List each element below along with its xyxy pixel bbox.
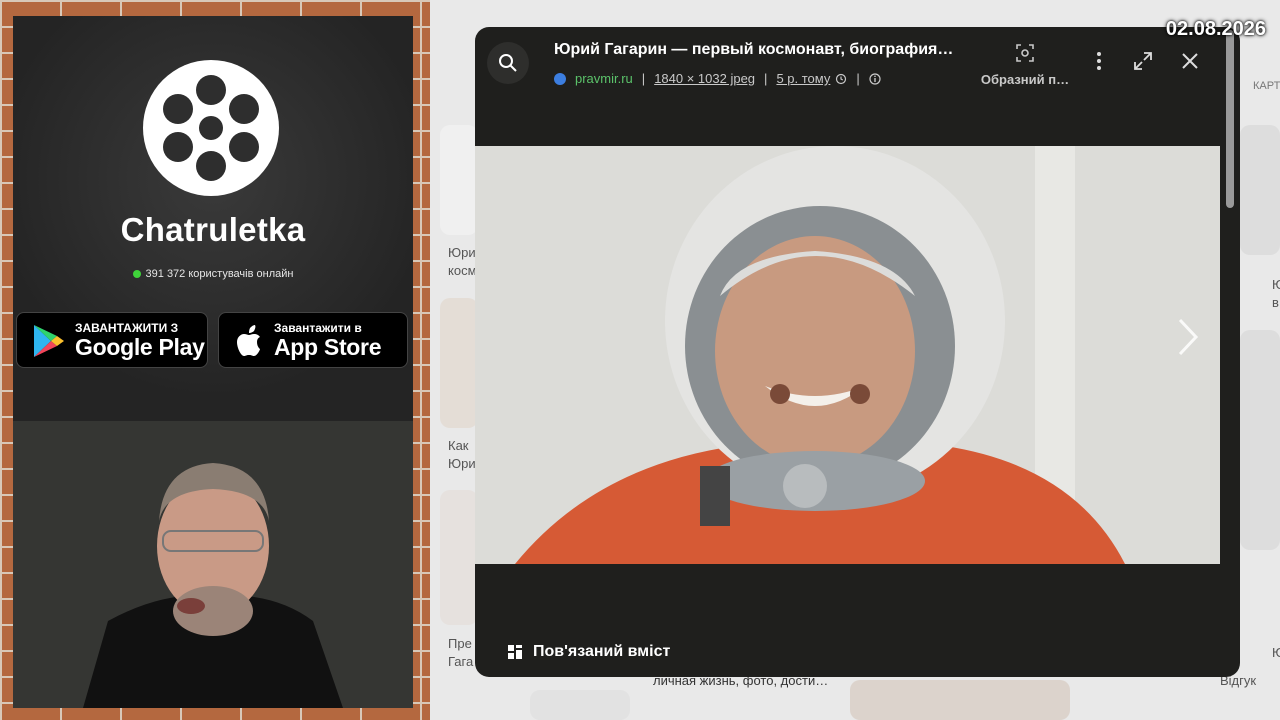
result-thumbnail[interactable] <box>440 125 478 235</box>
open-fullscreen-button[interactable] <box>1131 49 1155 73</box>
search-image-button[interactable] <box>487 42 529 84</box>
images-tab-label[interactable]: КАРТ <box>1253 80 1280 92</box>
result-thumbnail[interactable] <box>530 690 630 720</box>
google-play-small-label: ЗАВАНТАЖИТИ З <box>75 321 179 335</box>
lens-icon <box>1016 44 1034 62</box>
history-icon <box>836 73 847 84</box>
search-icon <box>499 54 517 72</box>
app-store-big-label: App Store <box>274 334 382 360</box>
preview-image[interactable] <box>475 146 1220 564</box>
result-caption: Ю <box>1272 645 1280 660</box>
separator: | <box>856 71 860 86</box>
image-dimensions-link[interactable]: 1840 × 1032 jpeg <box>654 71 755 86</box>
result-caption: Как <box>448 438 469 453</box>
brand-name: Chatruletka <box>120 211 306 248</box>
more-options-button[interactable] <box>1087 49 1111 73</box>
app-store-small-label: Завантажити в <box>274 321 362 335</box>
visual-search-button[interactable]: Образний п… <box>975 43 1075 87</box>
result-caption: Ю <box>1272 277 1280 292</box>
image-title[interactable]: Юрий Гагарин — первый космонавт, биограф… <box>554 41 974 59</box>
visual-search-label: Образний п… <box>980 72 1070 87</box>
close-viewer-button[interactable] <box>1178 49 1202 73</box>
online-status-dot-icon <box>132 270 141 278</box>
streamer-silhouette <box>13 421 413 708</box>
image-age-link[interactable]: 5 р. тому <box>776 71 830 86</box>
google-play-button[interactable]: ЗАВАНТАЖИТИ З Google Play <box>16 312 208 368</box>
result-caption: Пре <box>448 636 472 651</box>
site-favicon-icon <box>554 72 566 85</box>
result-caption: Гага <box>448 654 474 669</box>
app-store-button[interactable]: Завантажити в App Store <box>218 312 408 368</box>
related-content-header[interactable]: Пов'язаний вміст <box>507 643 670 661</box>
online-counter-text: 391 372 користувачів онлайн <box>145 268 294 280</box>
more-vert-icon <box>1097 52 1101 70</box>
image-meta-row: pravmir.ru | 1840 × 1032 jpeg | 5 р. том… <box>554 71 881 86</box>
expand-icon <box>1134 52 1152 70</box>
close-icon <box>1182 53 1198 69</box>
chatruletka-promo: Chatruletka 391 372 користувачів онлайн … <box>13 16 413 421</box>
info-icon[interactable] <box>869 72 881 85</box>
stream-left-panel: Chatruletka 391 372 користувачів онлайн … <box>13 16 413 708</box>
result-thumbnail[interactable] <box>1240 125 1280 255</box>
date-overlay: 02.08.2026 <box>1165 18 1266 40</box>
separator: | <box>764 71 768 86</box>
result-caption: косм <box>448 263 477 278</box>
astronaut-photo <box>475 146 1220 564</box>
chatruletka-logo-icon <box>143 60 279 196</box>
image-preview-panel: Юрий Гагарин — первый космонавт, биограф… <box>475 27 1240 677</box>
grid-icon <box>508 645 522 659</box>
google-play-icon <box>34 325 64 357</box>
result-caption: Юри <box>448 456 476 471</box>
related-content-label: Пов'язаний вміст <box>533 643 671 660</box>
result-caption: Юри <box>448 245 476 260</box>
apple-icon <box>237 325 260 356</box>
online-counter: 391 372 користувачів онлайн <box>13 268 413 280</box>
next-image-arrow-icon[interactable] <box>1175 317 1201 357</box>
result-thumbnail[interactable] <box>850 680 1070 720</box>
separator: | <box>641 71 646 86</box>
source-site-link[interactable]: pravmir.ru <box>575 71 633 86</box>
streamer-webcam <box>13 421 413 708</box>
result-thumbnail[interactable] <box>1240 330 1280 550</box>
google-play-big-label: Google Play <box>75 334 205 360</box>
scrollbar[interactable] <box>1226 30 1234 208</box>
result-thumbnail[interactable] <box>440 490 478 625</box>
result-caption: в <box>1272 295 1279 310</box>
result-thumbnail[interactable] <box>440 298 478 428</box>
